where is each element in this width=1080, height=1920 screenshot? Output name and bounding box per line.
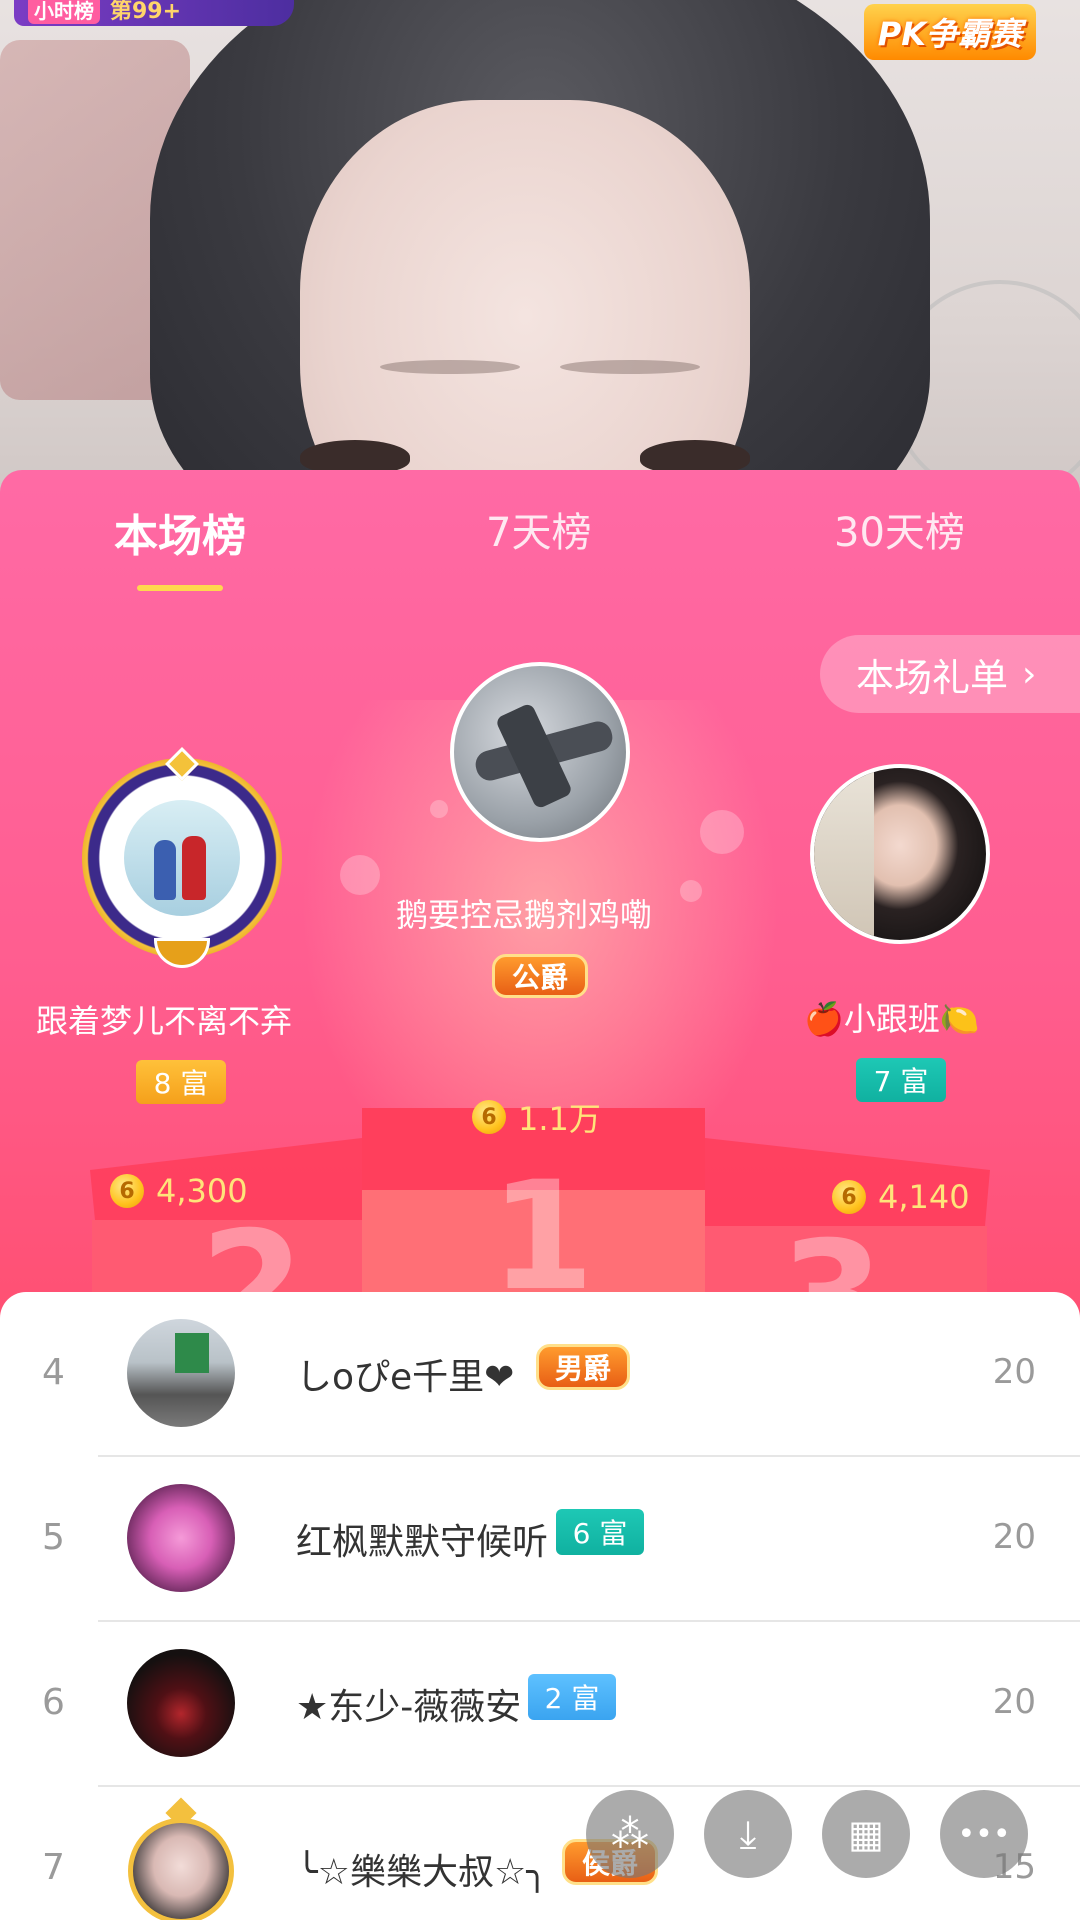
second-place-score: 6 4,300 bbox=[110, 1172, 248, 1210]
wealth-badge: 6 富 bbox=[556, 1509, 644, 1555]
gift-list-label: 本场礼单 bbox=[856, 655, 1009, 700]
user-name: ╰☆樂樂大叔☆╮ bbox=[296, 1852, 548, 1893]
user-name: ★东少-薇薇安 bbox=[296, 1687, 522, 1728]
coin-icon: 6 bbox=[832, 1180, 866, 1214]
ranking-list: 4 しoぴe千里❤ 男爵 20 5 红枫默默守候听 6 富 20 6 ★东少-薇… bbox=[0, 1292, 1080, 1920]
avatar[interactable] bbox=[122, 1797, 240, 1920]
avatar[interactable] bbox=[127, 1484, 235, 1592]
list-item[interactable]: 5 红枫默默守候听 6 富 20 bbox=[0, 1457, 1080, 1622]
avatar-sign bbox=[175, 1333, 209, 1373]
gift-list-button[interactable]: 本场礼单 › bbox=[820, 635, 1080, 713]
third-place-avatar[interactable] bbox=[810, 764, 990, 944]
tab-this-session[interactable]: 本场榜 bbox=[114, 500, 246, 564]
second-place-avatar[interactable] bbox=[82, 747, 282, 968]
avatar-frame-gem bbox=[165, 747, 199, 781]
decor-bubble bbox=[700, 810, 744, 854]
tab-30-days[interactable]: 30天榜 bbox=[834, 500, 965, 558]
avatar[interactable] bbox=[127, 1319, 235, 1427]
third-place-score-value: 4,140 bbox=[878, 1178, 970, 1216]
first-place-avatar[interactable] bbox=[450, 662, 630, 842]
download-icon: ⤓ bbox=[739, 1811, 757, 1856]
score: 20 bbox=[992, 1682, 1036, 1722]
user-name: しoぴe千里❤ bbox=[296, 1357, 515, 1398]
avatar-image bbox=[124, 800, 240, 916]
hour-rank-text: 第99+ bbox=[110, 0, 182, 24]
user-name: 红枫默默守候听 bbox=[296, 1522, 549, 1563]
second-place-score-value: 4,300 bbox=[156, 1172, 248, 1210]
list-item[interactable]: 7 ╰☆樂樂大叔☆╮ 侯爵 15 bbox=[0, 1787, 1080, 1920]
noble-badge: 男爵 bbox=[536, 1344, 630, 1390]
first-place-noble-badge: 公爵 bbox=[492, 954, 588, 998]
rank-number: 6 bbox=[42, 1682, 65, 1723]
decor-bubble bbox=[430, 800, 448, 818]
streamer-eye bbox=[300, 440, 410, 474]
avatar[interactable] bbox=[127, 1649, 235, 1757]
coin-icon: 6 bbox=[110, 1174, 144, 1208]
grid-menu-button[interactable]: ▦ bbox=[822, 1790, 910, 1878]
hour-rank-tag: 小时榜 bbox=[28, 0, 100, 24]
avatar-background bbox=[814, 768, 874, 940]
avatar-figure bbox=[154, 840, 176, 900]
streamer-brow bbox=[560, 360, 700, 374]
coin-icon: 6 bbox=[472, 1100, 506, 1134]
spark-icon: ⁂ bbox=[611, 1812, 649, 1856]
chevron-right-icon: › bbox=[1022, 653, 1037, 695]
list-item[interactable]: 6 ★东少-薇薇安 2 富 20 bbox=[0, 1622, 1080, 1787]
pk-contest-badge[interactable]: PK争霸赛 bbox=[863, 4, 1036, 60]
tab-7-days[interactable]: 7天榜 bbox=[486, 500, 591, 558]
grid-icon: ▦ bbox=[848, 1812, 884, 1856]
rank-number: 7 bbox=[42, 1847, 65, 1888]
ranking-tabs: 本场榜 7天榜 30天榜 bbox=[0, 490, 1080, 591]
avatar-figure bbox=[182, 836, 206, 900]
active-tab-indicator bbox=[137, 585, 223, 591]
decor-bubble bbox=[340, 855, 380, 895]
avatar-image bbox=[128, 1818, 234, 1920]
avatar-frame-crest bbox=[154, 938, 210, 968]
wealth-badge: 2 富 bbox=[528, 1674, 616, 1720]
first-place-score-value: 1.1万 bbox=[518, 1100, 601, 1138]
decor-bubble bbox=[680, 880, 702, 902]
first-place-name[interactable]: 鹅要控忌鹅剂鸡嘞 bbox=[396, 890, 652, 936]
more-button[interactable]: ••• bbox=[940, 1790, 1028, 1878]
score: 20 bbox=[992, 1517, 1036, 1557]
more-icon: ••• bbox=[957, 1816, 1011, 1852]
download-button[interactable]: ⤓ bbox=[704, 1790, 792, 1878]
streamer-brow bbox=[380, 360, 520, 374]
list-item[interactable]: 4 しoぴe千里❤ 男爵 20 bbox=[0, 1292, 1080, 1457]
live-video: 小时榜 第99+ PK争霸赛 bbox=[0, 0, 1080, 520]
hour-rank-badge[interactable]: 小时榜 第99+ bbox=[14, 0, 294, 26]
score: 20 bbox=[992, 1352, 1036, 1392]
spark-effect-button[interactable]: ⁂ bbox=[586, 1790, 674, 1878]
third-place-score: 6 4,140 bbox=[832, 1178, 970, 1216]
first-place-score: 6 1.1万 bbox=[472, 1094, 601, 1140]
streamer-eye bbox=[640, 440, 750, 474]
rank-number: 4 bbox=[42, 1352, 65, 1393]
rank-number: 5 bbox=[42, 1517, 65, 1558]
